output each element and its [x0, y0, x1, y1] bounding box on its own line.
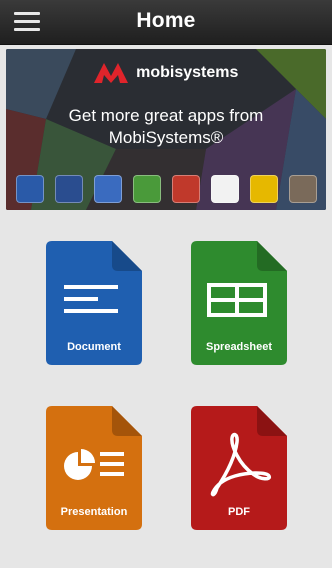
spreadsheet-label: Spreadsheet — [205, 341, 273, 353]
pdf-tile[interactable]: PDF — [191, 406, 287, 530]
app-icon-1[interactable] — [16, 175, 44, 203]
app-icon-7[interactable] — [250, 175, 278, 203]
app-icon-8[interactable] — [289, 175, 317, 203]
document-label: Document — [67, 341, 121, 353]
pdf-label: PDF — [228, 506, 250, 518]
app-icon-4[interactable] — [133, 175, 161, 203]
presentation-label: Presentation — [60, 506, 128, 518]
top-bar: Home — [0, 0, 332, 45]
app-icon-2[interactable] — [55, 175, 83, 203]
app-icon-6[interactable] — [211, 175, 239, 203]
brand-name: mobisystems — [136, 64, 239, 81]
spreadsheet-tile[interactable]: Spreadsheet — [191, 241, 287, 365]
app-icon-strip — [16, 175, 320, 205]
document-tile[interactable]: Document — [46, 241, 142, 365]
promo-banner[interactable]: mobisystems Get more great apps from Mob… — [6, 49, 326, 210]
mobisystems-logo-icon — [93, 63, 128, 83]
presentation-tile[interactable]: Presentation — [46, 406, 142, 530]
app-icon-3[interactable] — [94, 175, 122, 203]
page-title: Home — [136, 9, 196, 32]
app-icon-5[interactable] — [172, 175, 200, 203]
banner-tagline: Get more great apps from MobiSystems® — [68, 106, 264, 147]
mobisystems-logo: mobisystems — [6, 63, 326, 83]
